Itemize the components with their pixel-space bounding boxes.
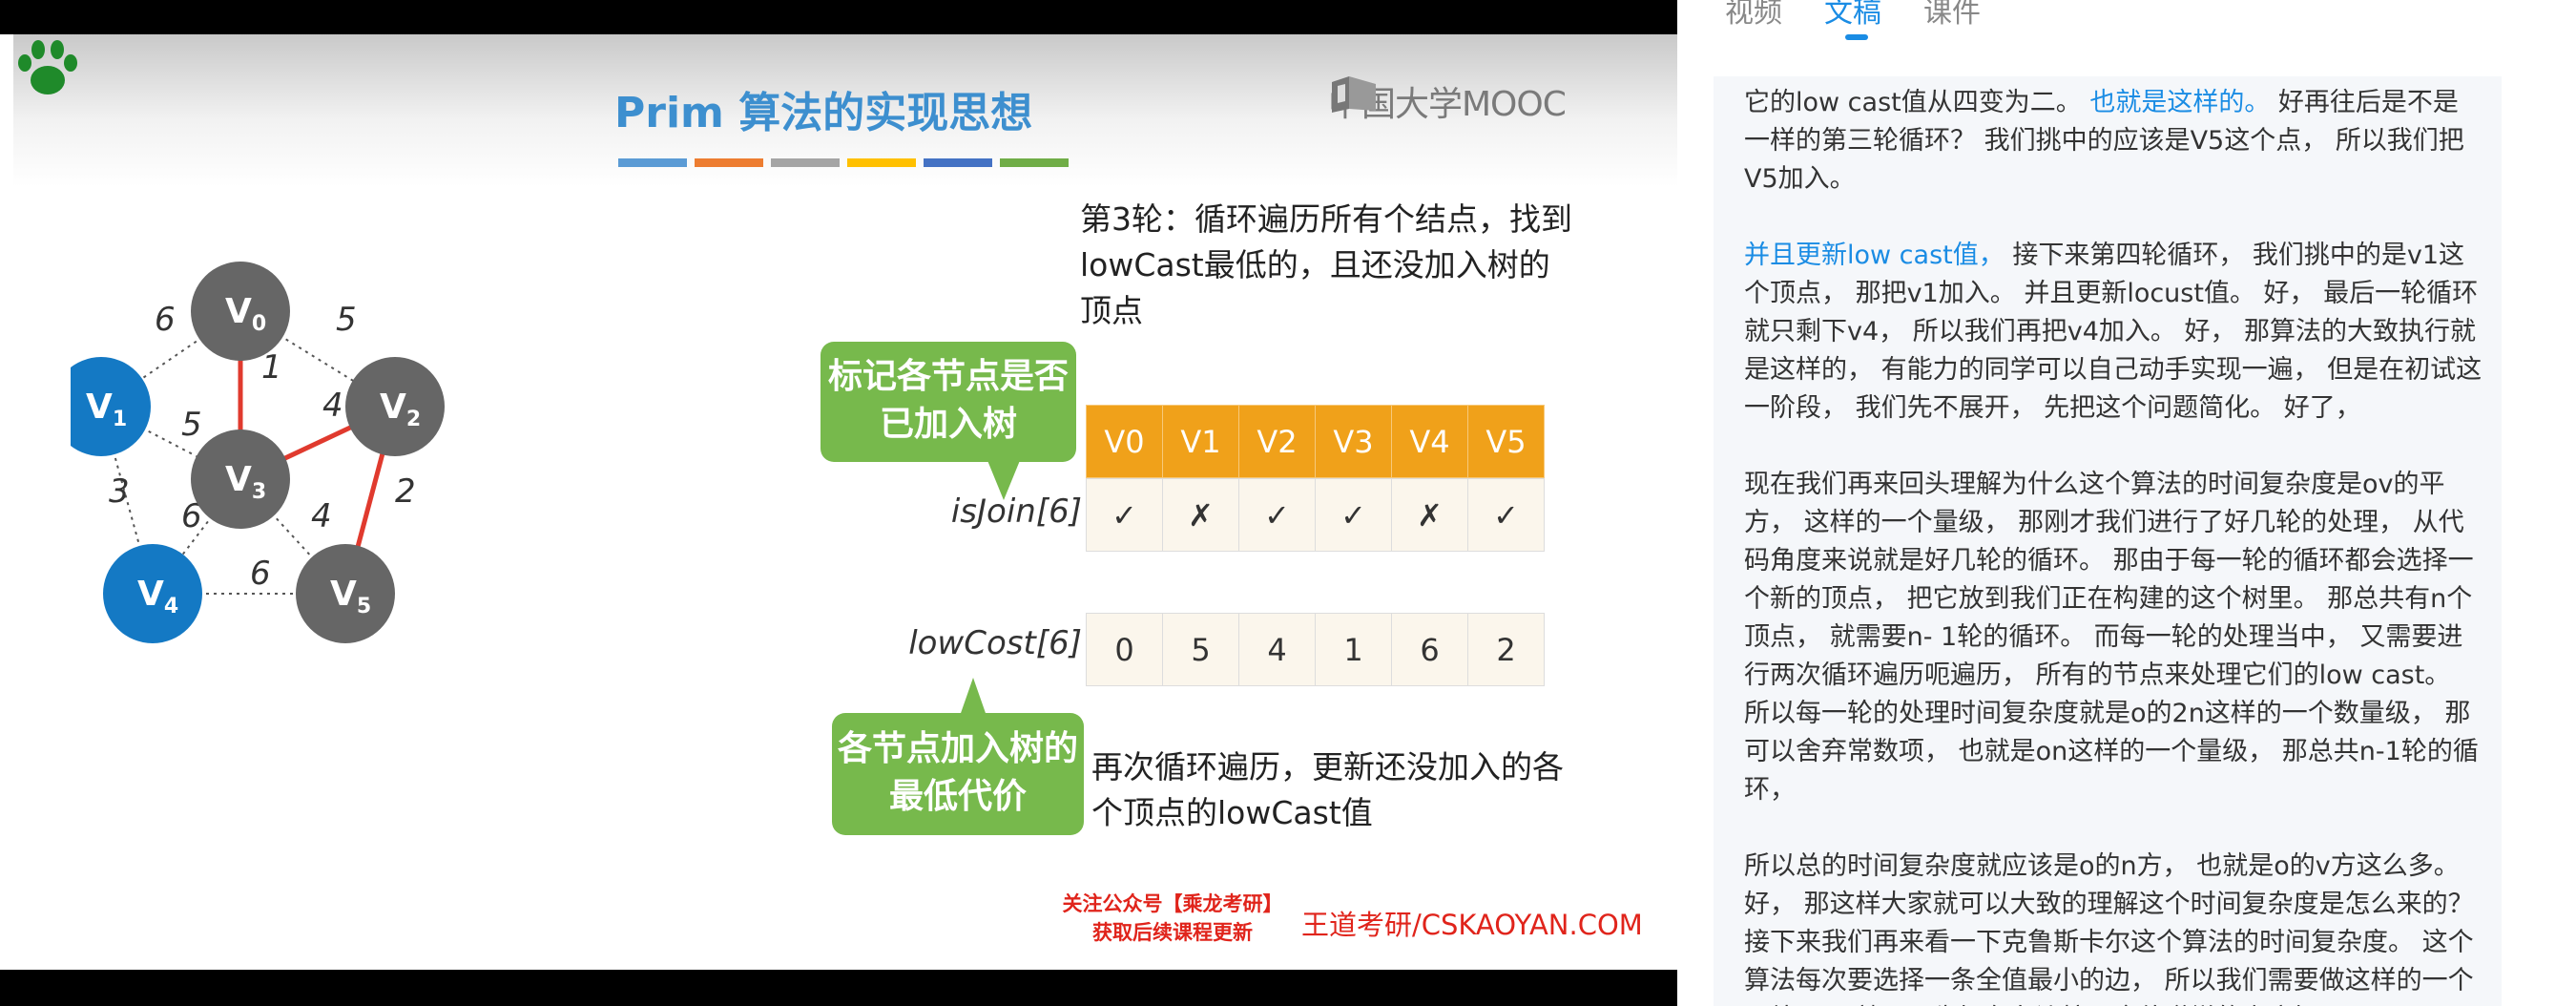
panel-tabs: 视频 文稿 课件 <box>1725 0 1981 40</box>
transcript-paragraph[interactable]: 现在我们再来回头理解为什么这个算法的时间复杂度是ov的平方， 这样的一个量级， … <box>1744 466 2483 809</box>
header-cell: V5 <box>1467 405 1545 478</box>
transcript-scroll[interactable]: 它的low cast值从四变为二。 也就是这样的。 好再往后是不是一样的第三轮循… <box>1714 76 2502 1006</box>
color-bar <box>847 158 916 167</box>
callout-lowcost: 各节点加入树的最低代价 <box>832 713 1084 835</box>
tab-courseware[interactable]: 课件 <box>1923 0 1981 38</box>
graph-diagram: 6 515 436 426V0V1 V2V3V4 V5 <box>71 262 445 643</box>
header-cell: V1 <box>1162 405 1239 478</box>
side-panel: 视频 文稿 课件 它的low cast值从四变为二。 也就是这样的。 好再往后是… <box>1677 0 2576 1006</box>
mooc-logo-icon <box>1332 76 1376 113</box>
lowcost-row: 0 5 4 1 6 2 <box>1086 613 1545 686</box>
isjoin-cell: ✓ <box>1315 478 1392 552</box>
edge-weight-label: 4 <box>311 497 332 535</box>
isjoin-cell: ✓ <box>1467 478 1545 552</box>
header-cell: V0 <box>1086 405 1163 478</box>
mooc-logo: 中国大学MOOC <box>1328 73 1643 130</box>
video-letterbox-bottom <box>0 970 1677 1006</box>
transcript-paragraph[interactable]: 所以总的时间复杂度就应该是o的n方， 也就是o的v方这么多。 好， 那这样大家就… <box>1744 848 2483 1006</box>
paw-icon <box>18 40 77 94</box>
header-cell: V4 <box>1391 405 1468 478</box>
round-description: 第3轮：循环遍历所有个结点，找到lowCast最低的，且还没加入树的顶点 <box>1080 200 1572 329</box>
color-bar <box>695 158 763 167</box>
isjoin-cell: ✓ <box>1238 478 1316 552</box>
edge-weight-label: 5 <box>181 406 202 444</box>
color-bar <box>618 158 687 167</box>
isjoin-cell: ✗ <box>1162 478 1239 552</box>
color-bar <box>771 158 840 167</box>
lowcost-cell: 2 <box>1467 613 1545 686</box>
isjoin-label: isJoin[6] <box>950 493 1082 531</box>
lowcost-cell: 5 <box>1162 613 1239 686</box>
lowcost-cell: 0 <box>1086 613 1163 686</box>
header-cell: V2 <box>1238 405 1316 478</box>
tab-video[interactable]: 视频 <box>1725 0 1782 38</box>
header-cell: V3 <box>1315 405 1392 478</box>
vertex-header-row: V0 V1 V2 V3 V4 V5 <box>1086 405 1545 478</box>
color-bar <box>1000 158 1069 167</box>
edge-weight-label: 2 <box>395 472 416 511</box>
lecture-slide: Prim 算法的实现思想 中国大学MOOC 6 5 1 5 4 3 6 4 2 6 V0 V1 V2 V3… <box>13 34 1677 970</box>
title-color-bars <box>618 158 1069 167</box>
transcript-paragraph[interactable]: 并且更新low cast值， 接下来第四轮循环， 我们挑中的是v1这个顶点， 那… <box>1744 237 2483 428</box>
transcript-current-sentence[interactable]: 并且更新low cast值， <box>1744 241 2005 270</box>
lowcost-cell: 4 <box>1238 613 1316 686</box>
video-letterbox-top <box>0 0 1677 34</box>
video-player[interactable]: Prim 算法的实现思想 中国大学MOOC 6 5 1 5 4 3 6 4 2 6 V0 V1 V2 V3… <box>0 0 1677 1006</box>
edge-weight-label: 3 <box>109 472 130 511</box>
isjoin-row: ✓ ✗ ✓ ✓ ✗ ✓ <box>1086 478 1545 552</box>
app-window: Prim 算法的实现思想 中国大学MOOC 6 5 1 5 4 3 6 4 2 6 V0 V1 V2 V3… <box>0 0 2576 1006</box>
tab-transcript[interactable]: 文稿 <box>1824 0 1881 40</box>
edge-weight-label: 5 <box>336 301 357 339</box>
lowcost-cell: 6 <box>1391 613 1468 686</box>
site-watermark: 王道考研/CSKAOYAN.COM <box>1301 909 1643 941</box>
transcript-paragraph[interactable]: 它的low cast值从四变为二。 也就是这样的。 好再往后是不是一样的第三轮循… <box>1744 84 2483 199</box>
isjoin-cell: ✓ <box>1086 478 1163 552</box>
promo-text: 关注公众号【乘龙考研】 获取后续课程更新 <box>1062 892 1283 944</box>
lowcost-label: lowCost[6] <box>908 624 1082 662</box>
edge-weight-label: 4 <box>322 387 343 425</box>
isjoin-cell: ✗ <box>1391 478 1468 552</box>
update-description: 再次循环遍历，更新还没加入的各个顶点的lowCast值 <box>1091 748 1564 831</box>
edge-weight-label: 6 <box>155 301 176 339</box>
slide-title: Prim 算法的实现思想 <box>614 89 1033 137</box>
edge-weight-label: 6 <box>250 555 271 593</box>
lowcost-cell: 1 <box>1315 613 1392 686</box>
callout-isjoin: 标记各节点是否已加入树 <box>821 342 1076 462</box>
transcript-current-sentence[interactable]: 也就是这样的。 <box>2089 88 2270 117</box>
color-bar <box>924 158 992 167</box>
